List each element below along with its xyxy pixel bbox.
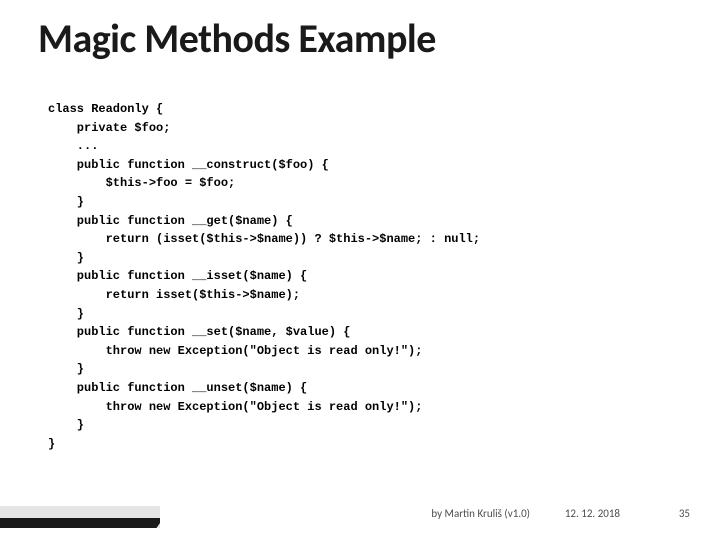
code-line: public function __set($name, $value) { [48, 325, 350, 339]
code-line: ... [48, 139, 98, 153]
footer-author: by Martin Kruliš (v1.0) [431, 507, 530, 520]
code-line: } [48, 362, 84, 376]
deco-black-bar [0, 518, 160, 528]
code-line: return isset($this->$name); [48, 288, 300, 302]
code-line: public function __isset($name) { [48, 269, 307, 283]
page-title: Magic Methods Example [38, 14, 436, 63]
slide: Magic Methods Example class Readonly { p… [0, 0, 720, 540]
code-block: class Readonly { private $foo; ... publi… [48, 100, 480, 453]
code-line: throw new Exception("Object is read only… [48, 344, 422, 358]
code-line: $this->foo = $foo; [48, 176, 235, 190]
slide-decoration [0, 498, 160, 528]
code-line: private $foo; [48, 121, 170, 135]
code-line: } [48, 437, 55, 451]
code-line: } [48, 251, 84, 265]
code-line: public function __unset($name) { [48, 381, 307, 395]
footer-page-number: 35 [679, 507, 690, 520]
code-line: } [48, 307, 84, 321]
code-line: class Readonly { [48, 102, 163, 116]
code-line: return (isset($this->$name)) ? $this->$n… [48, 232, 480, 246]
footer-date: 12. 12. 2018 [565, 507, 620, 520]
code-line: public function __get($name) { [48, 214, 293, 228]
code-line: } [48, 195, 84, 209]
code-line: } [48, 418, 84, 432]
code-line: public function __construct($foo) { [48, 158, 329, 172]
code-line: throw new Exception("Object is read only… [48, 400, 422, 414]
